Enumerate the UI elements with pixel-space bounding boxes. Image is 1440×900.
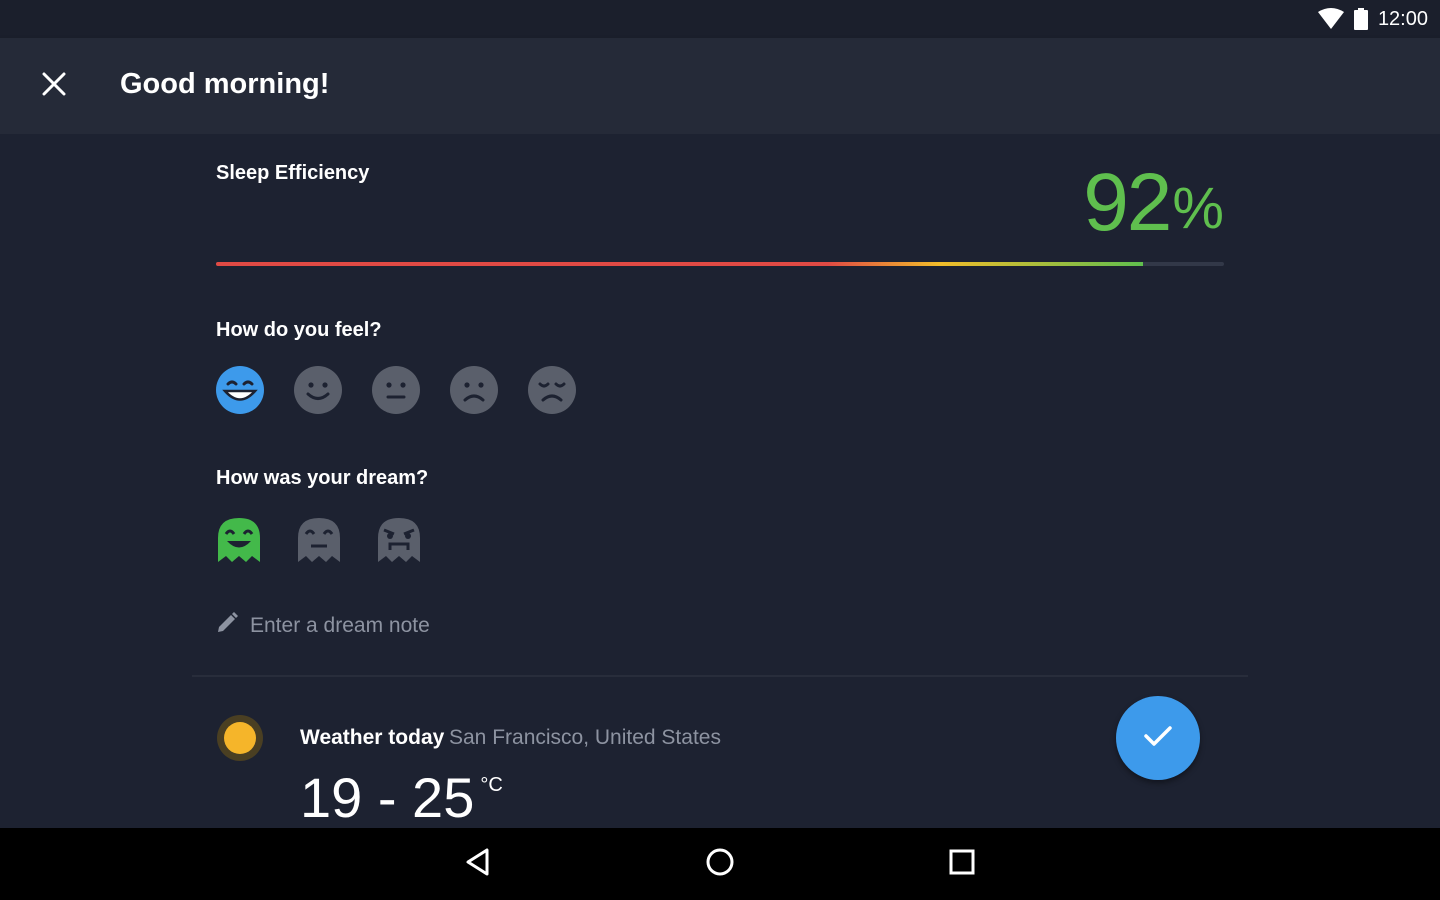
wifi-icon [1317, 8, 1344, 30]
main-content[interactable]: Sleep Efficiency 92 % How do you feel? H… [0, 134, 1440, 828]
close-button[interactable] [36, 68, 72, 104]
sleep-efficiency-value: 92 % [1083, 162, 1224, 244]
very-happy-face-icon[interactable] [216, 366, 264, 414]
sleep-efficiency-number: 92 [1083, 157, 1172, 248]
temperature-value: 19 - 25 [300, 766, 475, 829]
sleep-efficiency-label: Sleep Efficiency [216, 162, 370, 184]
status-time: 12:00 [1377, 7, 1428, 30]
temperature-unit: °C [480, 774, 503, 796]
bad-dream-ghost-icon[interactable] [376, 516, 422, 564]
app-bar: Good morning! [0, 38, 1440, 134]
sun-icon [216, 714, 264, 762]
navigation-bar [0, 828, 1440, 900]
neutral-face-icon[interactable] [372, 366, 420, 414]
close-icon [42, 72, 66, 101]
pencil-icon [216, 612, 238, 639]
recents-icon [948, 848, 976, 881]
weather-location: San Francisco, United States [449, 726, 721, 749]
dream-note-placeholder: Enter a dream note [250, 613, 430, 637]
back-icon [465, 847, 491, 882]
home-icon [705, 847, 735, 882]
weather-title: Weather today [300, 726, 445, 749]
sleep-efficiency-bar-fill [216, 262, 1144, 266]
home-button[interactable] [700, 846, 740, 882]
very-sad-face-icon[interactable] [528, 366, 576, 414]
dream-options [216, 516, 422, 564]
battery-icon [1353, 8, 1368, 30]
dream-question: How was your dream? [216, 467, 429, 489]
sleep-efficiency-bar [216, 262, 1224, 266]
neutral-dream-ghost-icon[interactable] [296, 516, 342, 564]
status-bar: 12:00 [0, 0, 1440, 38]
temperature-range: 19 - 25 °C [300, 770, 503, 826]
mood-question: How do you feel? [216, 319, 382, 341]
happy-face-icon[interactable] [294, 366, 342, 414]
back-button[interactable] [458, 846, 498, 882]
mood-options [216, 366, 576, 414]
sad-face-icon[interactable] [450, 366, 498, 414]
confirm-button[interactable] [1116, 696, 1200, 780]
sleep-efficiency-unit: % [1172, 176, 1224, 241]
dream-note-input[interactable]: Enter a dream note [216, 612, 430, 639]
recents-button[interactable] [942, 846, 982, 882]
divider [192, 675, 1248, 677]
page-title: Good morning! [120, 68, 330, 100]
checkmark-icon [1143, 724, 1173, 753]
good-dream-ghost-icon[interactable] [216, 516, 262, 564]
